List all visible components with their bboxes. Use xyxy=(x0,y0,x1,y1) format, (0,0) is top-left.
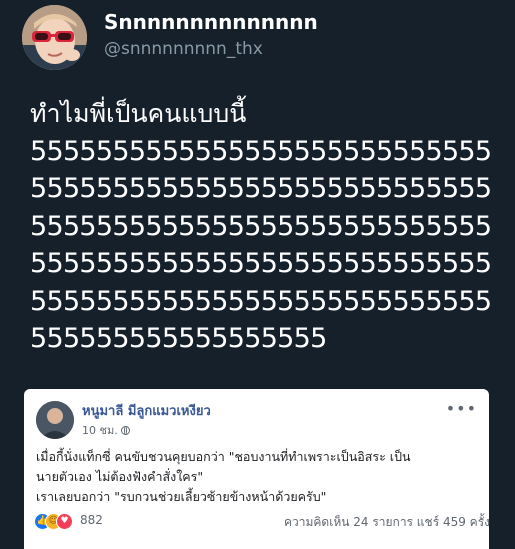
fb-time-label: 10 ชม. xyxy=(82,424,118,437)
fb-text-line: เมื่อกี้นั่งแท็กซี่ คนขับชวนคุยบอกว่า "ช… xyxy=(36,449,411,464)
fb-post-text: เมื่อกี้นั่งแท็กซี่ คนขับชวนคุยบอกว่า "ช… xyxy=(36,447,481,507)
fb-author-name[interactable]: หนูมาลี มีลูกแมวเหงียว xyxy=(82,400,211,421)
reaction-count[interactable]: 882 xyxy=(80,513,103,527)
embedded-facebook-post[interactable]: หนูมาลี มีลูกแมวเหงียว 10 ชม. ••• เมื่อก… xyxy=(24,389,490,549)
fb-post-footer: 👍 ☺ ♥ 882 ความคิดเห็น 24 รายการ แชร์ 459… xyxy=(34,511,490,531)
more-options-icon[interactable]: ••• xyxy=(446,399,477,418)
tweet-line: ทำไมพี่เป็นคนแบบนี้ xyxy=(30,99,247,128)
profile-avatar[interactable] xyxy=(22,5,87,70)
tweet-line: 555555555555555555 xyxy=(30,323,327,354)
comments-shares-count[interactable]: ความคิดเห็น 24 รายการ แชร์ 459 ครั้ง xyxy=(284,513,490,532)
tweet-line: 5555555555555555555555555555 xyxy=(30,285,492,317)
fb-text-line: เราเลยบอกว่า "รบกวนช่วยเลี้ยวซ้ายข้างหน้… xyxy=(36,489,327,504)
fb-author-avatar[interactable] xyxy=(36,401,74,439)
love-reaction-icon: ♥ xyxy=(56,513,73,530)
globe-icon xyxy=(120,426,130,435)
tweet-line: 5555555555555555555555555555 xyxy=(30,135,492,167)
tweet-line: 5555555555555555555555555555 xyxy=(30,248,492,279)
tweet-line: 5555555555555555555555555555 xyxy=(30,210,492,242)
fb-post-time: 10 ชม. xyxy=(82,421,130,439)
tweet-line: 5555555555555555555555555555 xyxy=(30,173,492,204)
fb-text-line: นายตัวเอง ไม่ต้องฟังคำสั่งใคร" xyxy=(36,469,204,484)
tweet-text: ทำไมพี่เป็นคนแบบนี้ 55555555555555555555… xyxy=(30,95,510,358)
user-handle[interactable]: @snnnnnnnnn_thx xyxy=(104,39,263,59)
display-name[interactable]: Snnnnnnnnnnnnnn xyxy=(104,10,318,34)
